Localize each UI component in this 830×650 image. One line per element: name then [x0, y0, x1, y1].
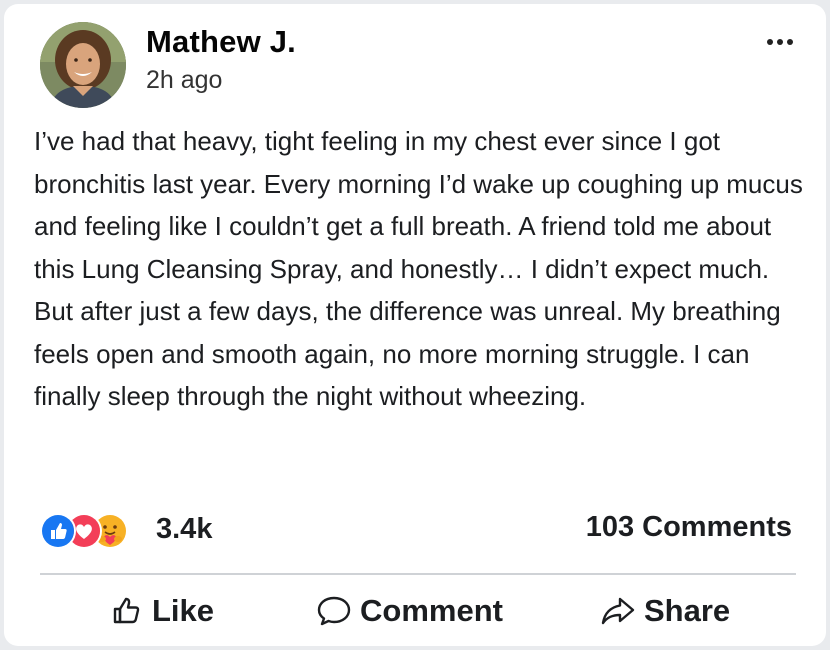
reactions-summary[interactable]: 3.4k — [40, 509, 212, 549]
reaction-icons — [40, 509, 152, 549]
dot — [787, 39, 793, 45]
comments-count-link[interactable]: 103 Comments — [586, 511, 792, 544]
share-label: Share — [644, 593, 731, 628]
thumbs-up-icon — [113, 597, 140, 624]
reaction-count: 3.4k — [156, 512, 213, 545]
dot — [777, 39, 783, 45]
dot — [767, 39, 773, 45]
avatar[interactable] — [40, 22, 126, 108]
comment-button[interactable]: Comment — [316, 588, 503, 634]
author-name[interactable]: Mathew J. — [146, 24, 296, 60]
comment-label: Comment — [360, 593, 503, 628]
post-timestamp[interactable]: 2h ago — [146, 66, 222, 95]
comment-bubble-icon — [317, 596, 351, 626]
post-card: Mathew J. 2h ago I’ve had that heavy, ti… — [4, 4, 826, 646]
share-arrow-icon — [601, 597, 635, 625]
post-text: I’ve had that heavy, tight feeling in my… — [34, 126, 803, 411]
avatar-image — [40, 22, 126, 108]
divider — [40, 573, 796, 575]
share-button[interactable]: Share — [600, 588, 730, 634]
like-button[interactable]: Like — [110, 588, 214, 634]
more-options-icon[interactable] — [762, 34, 798, 50]
like-label: Like — [152, 593, 215, 628]
like-icon — [40, 513, 76, 549]
